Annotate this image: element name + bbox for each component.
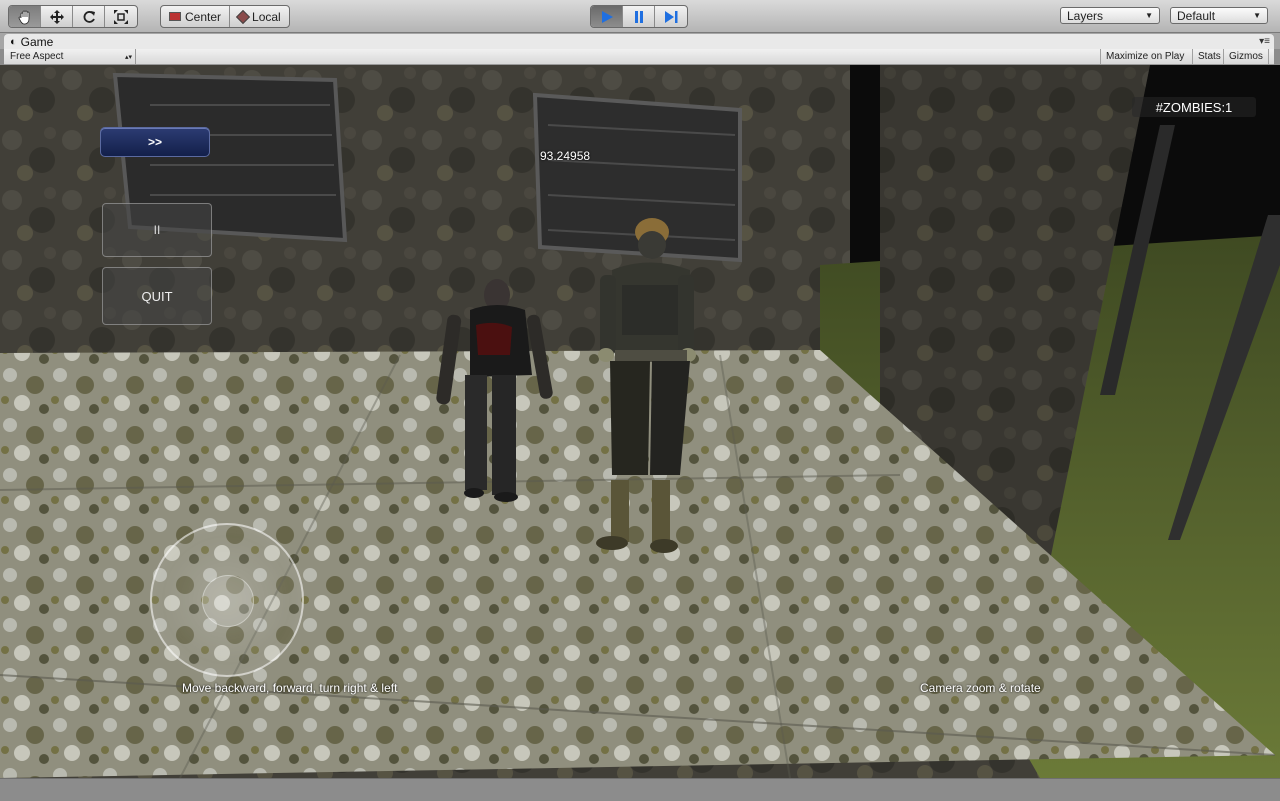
layers-label: Layers [1067,8,1104,23]
game-scene [0,65,1280,778]
zombie-counter: #ZOMBIES:1 [1132,97,1256,117]
gizmos-label: Gizmos [1229,51,1263,62]
movement-joystick[interactable] [150,523,304,677]
hand-icon [18,10,29,24]
pivot-local-label: Local [252,9,281,24]
move-icon [49,9,64,24]
rotate-tool-button[interactable] [73,6,105,27]
chevron-down-icon: ▼ [1253,11,1261,20]
rotate-icon [83,10,95,23]
play-controls [590,5,688,28]
layout-dropdown[interactable]: Default ▼ [1170,7,1268,24]
tab-game[interactable]: ◐ Game ▾≡ [4,34,1274,50]
layers-dropdown[interactable]: Layers ▼ [1060,7,1160,24]
game-tab-icon: ◐ [10,36,17,48]
pivot-local-button[interactable]: Local [230,6,289,27]
updown-arrows-icon: ▴▾ [124,53,132,61]
movement-hint: Move backward, forward, turn right & lef… [182,681,398,695]
transform-tools [8,5,138,28]
play-button[interactable] [591,6,623,27]
status-bar [0,778,1280,801]
menu-icon[interactable]: ▾≡ [1259,36,1270,47]
camera-hint: Camera zoom & rotate [920,681,1041,695]
step-button[interactable] [655,6,687,27]
tab-game-label: Game [20,35,54,49]
pivot-controls: Center Local [160,5,290,28]
gizmos-dropdown[interactable]: Gizmos [1223,49,1269,64]
joystick-knob[interactable] [202,575,254,627]
aspect-label: Free Aspect [10,51,64,62]
pause-game-button[interactable]: II [102,203,212,257]
cube-icon [235,9,251,24]
game-view-toolbar: Free Aspect ▴▾ Maximize on Play Stats Gi… [4,49,1274,65]
center-icon [169,12,181,21]
aspect-dropdown[interactable]: Free Aspect ▴▾ [4,49,136,64]
step-icon [665,10,678,23]
play-icon [601,10,613,23]
move-tool-button[interactable] [41,6,73,27]
quit-button[interactable]: QUIT [102,267,212,325]
chevron-down-icon: ▼ [1145,11,1153,20]
pause-button[interactable] [623,6,655,27]
maximize-on-play-toggle[interactable]: Maximize on Play [1100,49,1189,64]
timer-readout: 93.24958 [540,149,591,163]
hand-tool-button[interactable] [9,6,41,27]
stats-toggle[interactable]: Stats [1192,49,1226,64]
pivot-center-label: Center [185,9,222,24]
unity-toolbar: Center Local Layers ▼ Default ▼ [0,0,1280,33]
pause-icon [634,10,643,23]
scale-icon [114,9,128,24]
window-tab-bar: ◐ Game ▾≡ [0,33,1280,50]
layout-label: Default [1177,8,1216,23]
forward-button[interactable]: >> [100,127,210,157]
maximize-on-play-label: Maximize on Play [1106,51,1185,62]
stats-label: Stats [1198,51,1221,62]
game-viewport[interactable]: >> II QUIT 93.24958 #ZOMBIES:1 Move back… [0,65,1280,778]
pivot-center-button[interactable]: Center [161,6,231,27]
scale-tool-button[interactable] [105,6,137,27]
